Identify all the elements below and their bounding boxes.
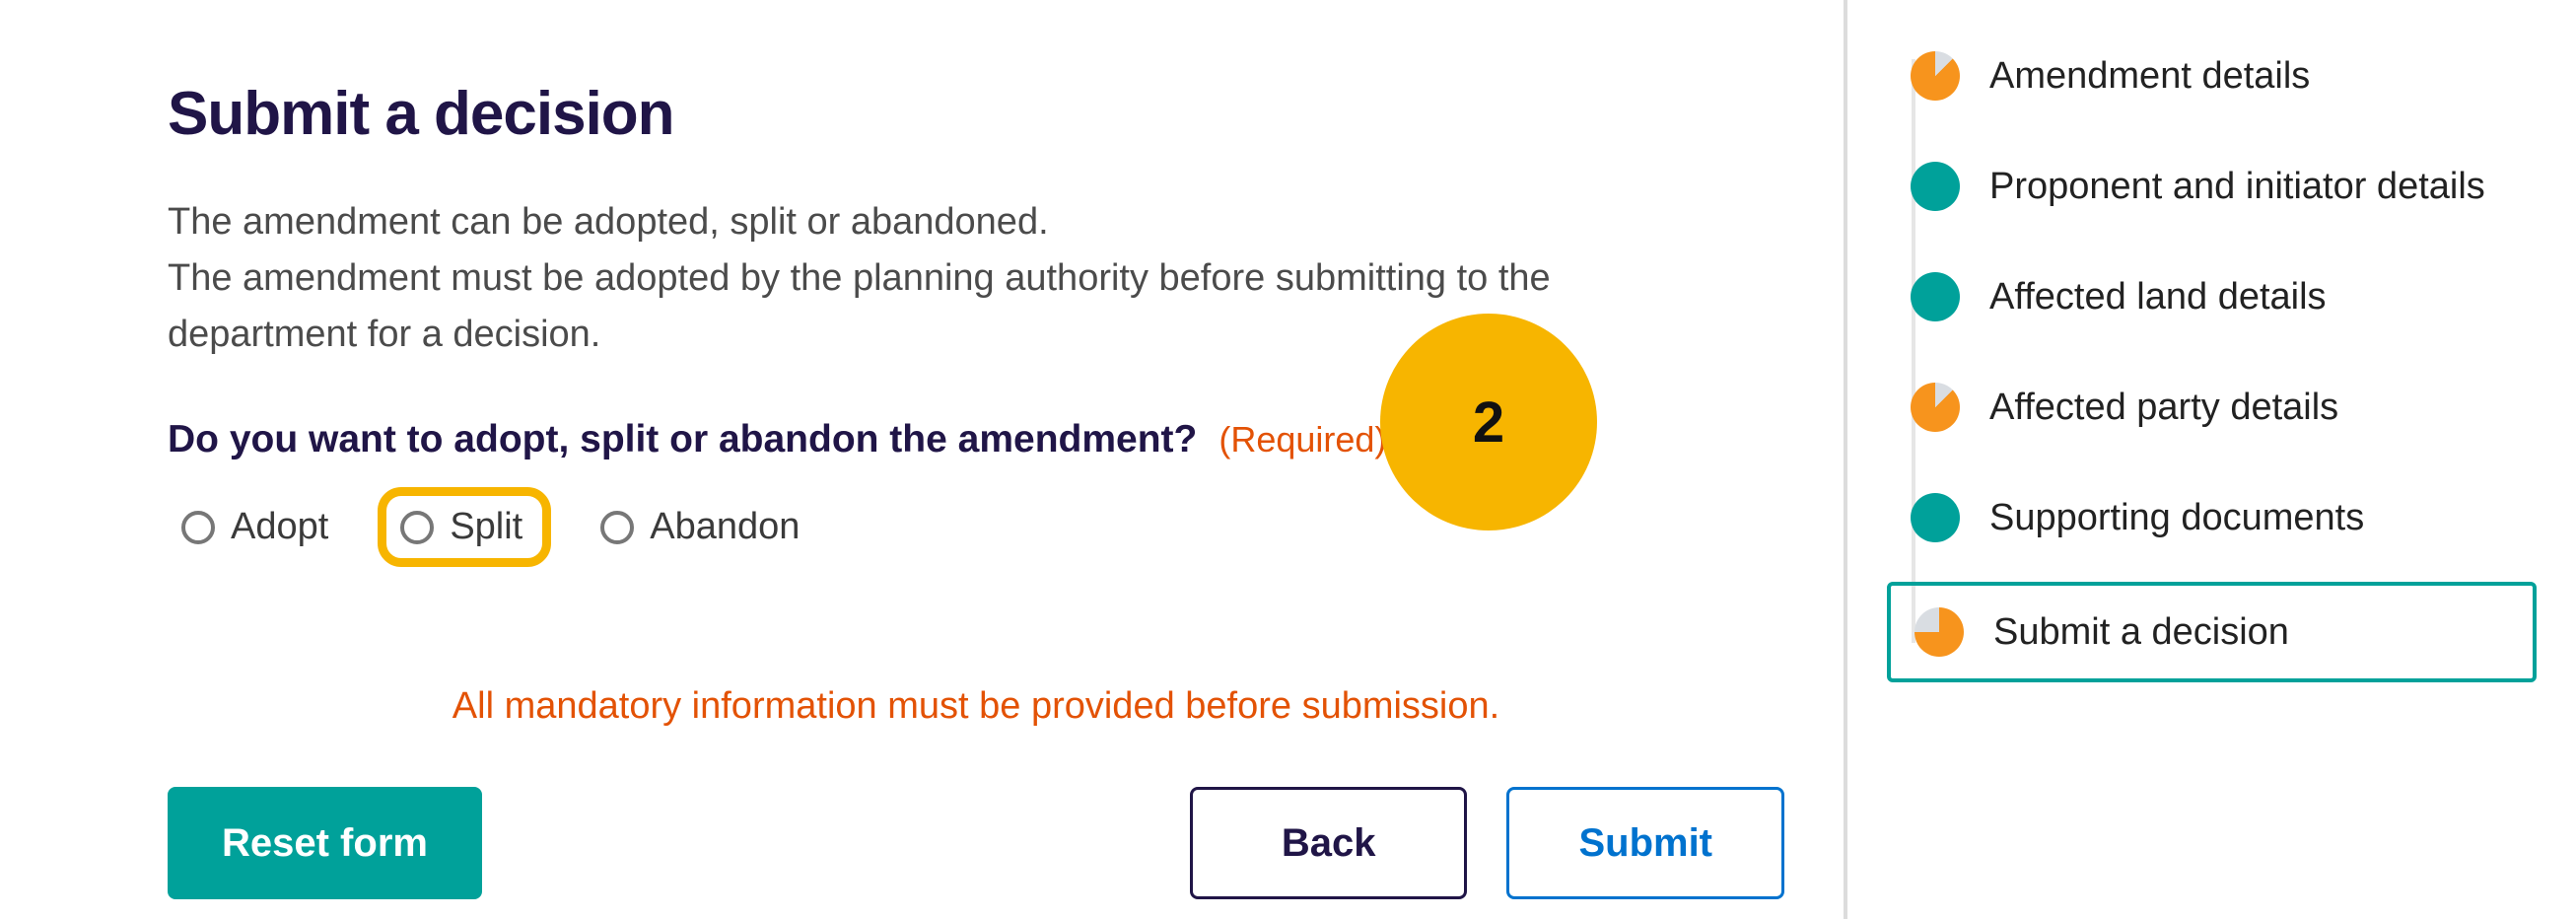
radio-label: Split	[450, 506, 522, 548]
progress-step-label: Amendment details	[1989, 55, 2310, 98]
form-actions: Reset form Back Submit	[168, 787, 1784, 899]
step-callout-badge: 2	[1380, 314, 1597, 530]
progress-step-submit-decision[interactable]: Submit a decision	[1887, 582, 2537, 682]
radio-icon	[181, 511, 215, 544]
radio-option-abandon[interactable]: Abandon	[587, 498, 813, 556]
intro-line-2: The amendment must be adopted by the pla…	[168, 257, 1551, 355]
page-title: Submit a decision	[168, 79, 1784, 149]
progress-partial-icon	[1911, 383, 1960, 432]
progress-step-amendment-details[interactable]: Amendment details	[1887, 30, 2537, 122]
back-button[interactable]: Back	[1190, 787, 1468, 899]
progress-complete-icon	[1911, 493, 1960, 542]
validation-warning: All mandatory information must be provid…	[187, 685, 1765, 728]
progress-step-label: Supporting documents	[1989, 497, 2364, 539]
progress-step-label: Submit a decision	[1993, 611, 2289, 654]
question-text: Do you want to adopt, split or abandon t…	[168, 418, 1197, 461]
radio-icon	[400, 511, 434, 544]
radio-icon	[600, 511, 634, 544]
progress-step-label: Affected land details	[1989, 276, 2327, 318]
required-label: (Required)	[1218, 419, 1386, 460]
progress-complete-icon	[1911, 272, 1960, 321]
radio-label: Abandon	[650, 506, 800, 548]
progress-step-label: Affected party details	[1989, 387, 2338, 429]
radio-option-split[interactable]: Split	[378, 487, 551, 567]
main-form-area: Submit a decision The amendment can be a…	[0, 0, 1844, 919]
progress-complete-icon	[1911, 162, 1960, 211]
progress-step-supporting-documents[interactable]: Supporting documents	[1887, 471, 2537, 564]
progress-step-affected-party[interactable]: Affected party details	[1887, 361, 2537, 454]
intro-line-1: The amendment can be adopted, split or a…	[168, 201, 1049, 243]
progress-step-label: Proponent and initiator details	[1989, 166, 2485, 208]
progress-step-affected-land[interactable]: Affected land details	[1887, 250, 2537, 343]
radio-label: Adopt	[231, 506, 328, 548]
radio-option-adopt[interactable]: Adopt	[168, 498, 342, 556]
progress-current-icon	[1915, 607, 1964, 657]
callout-number: 2	[1473, 389, 1504, 456]
submit-button[interactable]: Submit	[1506, 787, 1784, 899]
progress-partial-icon	[1911, 51, 1960, 101]
progress-step-list: Amendment details Proponent and initiato…	[1887, 30, 2537, 682]
reset-form-button[interactable]: Reset form	[168, 787, 482, 899]
progress-sidebar: Amendment details Proponent and initiato…	[1847, 0, 2576, 919]
progress-step-proponent-initiator[interactable]: Proponent and initiator details	[1887, 140, 2537, 233]
